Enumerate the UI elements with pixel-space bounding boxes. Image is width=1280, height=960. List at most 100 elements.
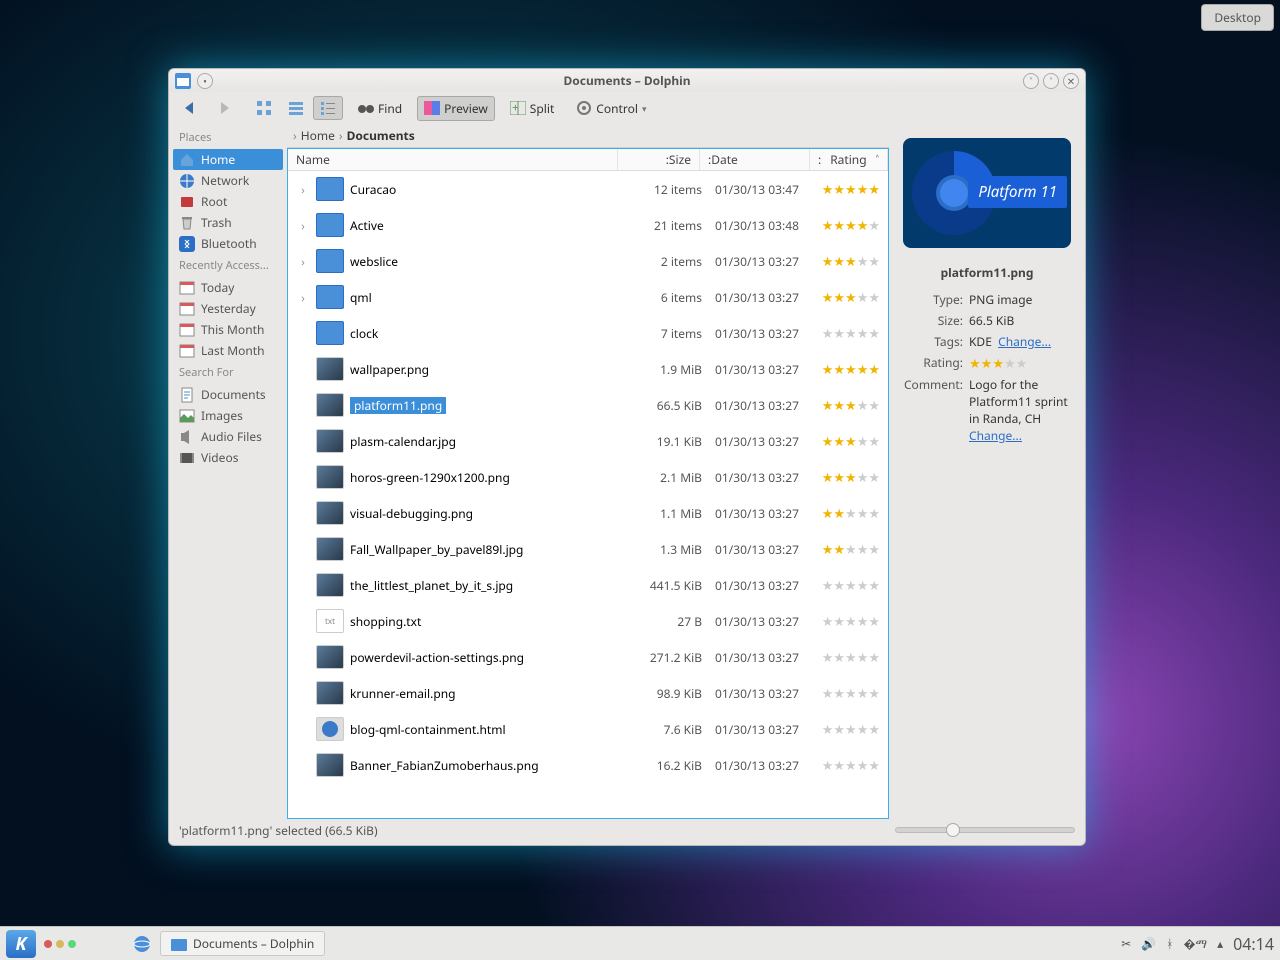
close-button[interactable]: ✕ <box>1063 73 1079 89</box>
control-menu-button[interactable]: Control ▾ <box>569 96 653 121</box>
maximize-button[interactable]: ˄ <box>1043 73 1059 89</box>
file-row[interactable]: txtshopping.txt27 B01/30/13 03:27★★★★★ <box>288 603 888 639</box>
back-button[interactable] <box>175 96 207 120</box>
kickoff-menu-button[interactable]: K <box>6 930 36 958</box>
zoom-knob[interactable] <box>946 823 960 837</box>
taskbar: K Documents – Dolphin ✂ 🔊 ᚼ �ማ ▴ 04:14 <box>0 926 1280 960</box>
file-date: 01/30/13 03:27 <box>702 289 812 306</box>
file-row[interactable]: visual-debugging.png1.1 MiB01/30/13 03:2… <box>288 495 888 531</box>
zoom-slider[interactable] <box>895 827 1075 833</box>
expand-toggle[interactable]: › <box>296 181 310 198</box>
preview-button[interactable]: Preview <box>417 96 495 121</box>
view-compact-button[interactable] <box>281 96 311 120</box>
sidebar-item-home[interactable]: Home <box>173 149 283 170</box>
sidebar-item-images[interactable]: Images <box>173 405 283 426</box>
details-view-icon <box>320 100 336 116</box>
file-rating[interactable]: ★★★★★ <box>812 396 880 414</box>
sidebar-item-last-month[interactable]: Last Month <box>173 340 283 361</box>
sidebar-item-today[interactable]: Today <box>173 277 283 298</box>
minimize-button[interactable]: ˅ <box>1023 73 1039 89</box>
file-row[interactable]: wallpaper.png1.9 MiB01/30/13 03:27★★★★★ <box>288 351 888 387</box>
file-row[interactable]: ›Curacao12 items01/30/13 03:47★★★★★ <box>288 171 888 207</box>
places-header: Places <box>173 126 283 149</box>
activity-dot[interactable] <box>44 940 52 948</box>
file-rating[interactable]: ★★★★★ <box>812 360 880 378</box>
titlebar[interactable]: • Documents – Dolphin ˅ ˄ ✕ <box>168 68 1086 92</box>
file-row[interactable]: Fall_Wallpaper_by_pavel89l.jpg1.3 MiB01/… <box>288 531 888 567</box>
file-thumbnail <box>316 213 344 237</box>
sidebar-item-audio-files[interactable]: Audio Files <box>173 426 283 447</box>
col-name[interactable]: Name <box>288 149 618 170</box>
col-date[interactable]: : Date <box>700 149 810 170</box>
ontop-button[interactable]: • <box>197 73 213 89</box>
file-row[interactable]: platform11.png66.5 KiB01/30/13 03:27★★★★… <box>288 387 888 423</box>
file-row[interactable]: krunner-email.png98.9 KiB01/30/13 03:27★… <box>288 675 888 711</box>
clipboard-icon[interactable]: ✂ <box>1121 935 1131 952</box>
tags-change-link[interactable]: Change... <box>998 333 1051 350</box>
expand-toggle[interactable]: › <box>296 289 310 306</box>
file-rating[interactable]: ★★★★★ <box>812 576 880 594</box>
sidebar-item-root[interactable]: Root <box>173 191 283 212</box>
file-rating[interactable]: ★★★★★ <box>812 324 880 342</box>
network-icon[interactable]: �ማ <box>1184 935 1208 952</box>
sidebar-item-documents[interactable]: Documents <box>173 384 283 405</box>
expand-toggle[interactable]: › <box>296 253 310 270</box>
expand-toggle[interactable]: › <box>296 217 310 234</box>
file-rating[interactable]: ★★★★★ <box>812 684 880 702</box>
file-rating[interactable]: ★★★★★ <box>812 540 880 558</box>
sidebar-item-bluetooth[interactable]: Bluetooth <box>173 233 283 254</box>
file-rating[interactable]: ★★★★★ <box>812 180 880 198</box>
col-rating[interactable]: : Rating ˄ <box>810 149 888 170</box>
file-row[interactable]: blog-qml-containment.html7.6 KiB01/30/13… <box>288 711 888 747</box>
file-row[interactable]: horos-green-1290x1200.png2.1 MiB01/30/13… <box>288 459 888 495</box>
statusbar: 'platform11.png' selected (66.5 KiB) <box>173 819 1081 841</box>
find-button[interactable]: Find <box>351 96 409 121</box>
forward-button[interactable] <box>209 96 241 120</box>
file-row[interactable]: powerdevil-action-settings.png271.2 KiB0… <box>288 639 888 675</box>
file-row[interactable]: the_littlest_planet_by_it_s.jpg441.5 KiB… <box>288 567 888 603</box>
activity-dot[interactable] <box>56 940 64 948</box>
file-rating[interactable]: ★★★★★ <box>812 216 880 234</box>
file-row[interactable]: ›qml6 items01/30/13 03:27★★★★★ <box>288 279 888 315</box>
split-button[interactable]: + Split <box>503 96 562 121</box>
file-row[interactable]: ›webslice2 items01/30/13 03:27★★★★★ <box>288 243 888 279</box>
sidebar-item-yesterday[interactable]: Yesterday <box>173 298 283 319</box>
file-date: 01/30/13 03:27 <box>702 721 812 738</box>
breadcrumb-home[interactable]: Home <box>301 127 335 144</box>
activity-pager[interactable] <box>44 940 76 948</box>
file-row[interactable]: plasm-calendar.jpg19.1 KiB01/30/13 03:27… <box>288 423 888 459</box>
tray-expand-icon[interactable]: ▴ <box>1217 935 1223 952</box>
file-rating[interactable]: ★★★★★ <box>812 720 880 738</box>
breadcrumb[interactable]: › Home › Documents <box>287 124 889 148</box>
file-rating[interactable]: ★★★★★ <box>812 648 880 666</box>
file-rating[interactable]: ★★★★★ <box>812 756 880 774</box>
info-rating-value[interactable]: ★★★★★ <box>969 354 1073 372</box>
task-entry[interactable]: Documents – Dolphin <box>160 931 325 956</box>
view-icons-button[interactable] <box>249 96 279 120</box>
file-row[interactable]: Banner_FabianZumoberhaus.png16.2 KiB01/3… <box>288 747 888 783</box>
sidebar-item-label: Documents <box>201 386 266 403</box>
desktop-toolbox-button[interactable]: Desktop <box>1201 4 1274 31</box>
sidebar-item-this-month[interactable]: This Month <box>173 319 283 340</box>
file-rows[interactable]: ›Curacao12 items01/30/13 03:47★★★★★›Acti… <box>288 171 888 818</box>
file-rating[interactable]: ★★★★★ <box>812 504 880 522</box>
volume-icon[interactable]: 🔊 <box>1141 935 1156 952</box>
sidebar-item-videos[interactable]: Videos <box>173 447 283 468</box>
breadcrumb-current[interactable]: Documents <box>347 127 415 144</box>
sidebar-item-network[interactable]: Network <box>173 170 283 191</box>
file-row[interactable]: clock7 items01/30/13 03:27★★★★★ <box>288 315 888 351</box>
quicklaunch-icon[interactable] <box>132 934 152 954</box>
file-rating[interactable]: ★★★★★ <box>812 468 880 486</box>
comment-change-link[interactable]: Change... <box>969 427 1022 444</box>
col-size[interactable]: : Size <box>618 149 700 170</box>
file-rating[interactable]: ★★★★★ <box>812 288 880 306</box>
bluetooth-icon[interactable]: ᚼ <box>1166 935 1173 952</box>
file-rating[interactable]: ★★★★★ <box>812 252 880 270</box>
file-rating[interactable]: ★★★★★ <box>812 432 880 450</box>
activity-dot[interactable] <box>68 940 76 948</box>
file-rating[interactable]: ★★★★★ <box>812 612 880 630</box>
clock[interactable]: 04:14 <box>1233 933 1274 955</box>
sidebar-item-trash[interactable]: Trash <box>173 212 283 233</box>
view-details-button[interactable] <box>313 96 343 120</box>
file-row[interactable]: ›Active21 items01/30/13 03:48★★★★★ <box>288 207 888 243</box>
